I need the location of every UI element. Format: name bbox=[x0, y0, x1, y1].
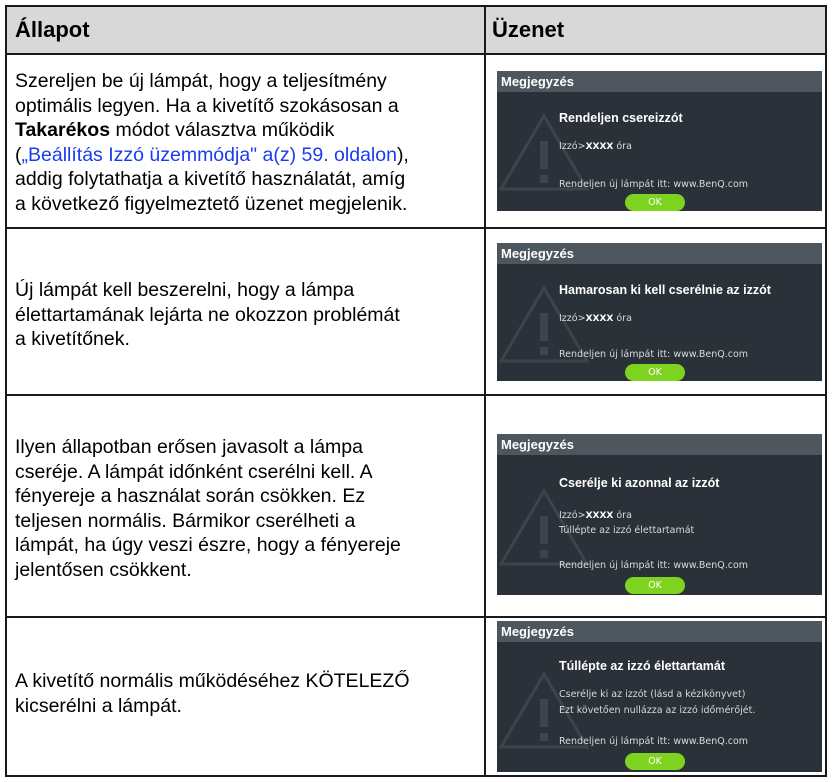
status-text: Szereljen be új lámpát, hogy a teljesítm… bbox=[15, 69, 475, 216]
dialog-contact: Rendeljen új lámpát itt: www.BenQ.com bbox=[559, 179, 749, 190]
lamp-hours: Izzó>XXXX óra bbox=[559, 313, 632, 324]
warning-dialog: Megjegyzés Rendeljen csereizzót Izzó>XXX… bbox=[497, 71, 822, 211]
dialog-contact: Rendeljen új lámpát itt: www.BenQ.com bbox=[559, 560, 749, 571]
dialog-title: Megjegyzés bbox=[497, 621, 822, 642]
table-row: Ilyen állapotban erősen javasolt a lámpa… bbox=[7, 396, 825, 618]
text-line: Takarékos módot választva működik bbox=[15, 118, 475, 143]
lamp-hours: Izzó>XXXX óra bbox=[559, 510, 632, 521]
text-fragment: ), bbox=[396, 143, 409, 166]
text-line: cseréje. A lámpát időnként cserélni kell… bbox=[15, 460, 373, 483]
lamp-hours: Izzó>XXXX óra bbox=[559, 141, 632, 152]
text-line: a következő figyelmeztető üzenet megjele… bbox=[15, 192, 408, 215]
text-line: kicserélni a lámpát. bbox=[15, 694, 182, 717]
status-text: Új lámpát kell beszerelni, hogy a lámpa … bbox=[15, 278, 475, 352]
text-line: élettartamának lejárta ne okozzon problé… bbox=[15, 303, 400, 326]
text-line: teljesen normális. Bármikor cserélheti a bbox=[15, 509, 356, 532]
dialog-heading: Hamarosan ki kell cserélnie az izzót bbox=[559, 283, 771, 297]
text-line: optimális legyen. Ha a kivetítő szokásos… bbox=[15, 94, 399, 117]
text-line: jelentősen csökkent. bbox=[15, 558, 192, 581]
dialog-title: Megjegyzés bbox=[497, 243, 822, 264]
table-row: Szereljen be új lámpát, hogy a teljesítm… bbox=[7, 55, 825, 229]
warning-dialog: Megjegyzés Cserélje ki azonnal az izzót … bbox=[497, 434, 822, 595]
dialog-message-line: Túllépte az izzó élettartamát bbox=[559, 525, 695, 536]
table-row: Új lámpát kell beszerelni, hogy a lámpa … bbox=[7, 229, 825, 396]
table-header: Állapot Üzenet bbox=[7, 7, 825, 55]
dialog-heading: Túllépte az izzó élettartamát bbox=[559, 659, 726, 673]
text-line: Szereljen be új lámpát, hogy a teljesítm… bbox=[15, 70, 387, 92]
warning-dialog: Megjegyzés Hamarosan ki kell cserélnie a… bbox=[497, 243, 822, 381]
ok-button[interactable]: OK bbox=[625, 753, 685, 770]
dialog-title: Megjegyzés bbox=[497, 71, 822, 92]
bold-mode-name: Takarékos bbox=[15, 119, 111, 141]
dialog-contact: Rendeljen új lámpát itt: www.BenQ.com bbox=[559, 349, 749, 360]
header-message: Üzenet bbox=[492, 17, 565, 42]
table-row: A kivetítő normális működéséhez KÖTELEZŐ… bbox=[7, 618, 825, 775]
lamp-status-table: Állapot Üzenet Szereljen be új lámpát, h… bbox=[5, 5, 827, 777]
ok-button[interactable]: OK bbox=[625, 194, 685, 211]
header-status: Állapot bbox=[15, 17, 90, 42]
text-line: Új lámpát kell beszerelni, hogy a lámpa bbox=[15, 279, 355, 301]
text-fragment: módot választva működik bbox=[110, 119, 335, 141]
dialog-message-line: Ezt követően nullázza az izzó időmérőjét… bbox=[559, 705, 756, 716]
status-text: A kivetítő normális működéséhez KÖTELEZŐ… bbox=[15, 669, 475, 718]
dialog-contact: Rendeljen új lámpát itt: www.BenQ.com bbox=[559, 736, 749, 747]
dialog-heading: Rendeljen csereizzót bbox=[559, 111, 683, 125]
text-line: fényereje a használat során csökken. Ez bbox=[15, 485, 366, 507]
column-divider bbox=[484, 7, 486, 775]
text-line: Ilyen állapotban erősen javasolt a lámpa bbox=[15, 436, 363, 458]
page-reference-link[interactable]: „Beállítás Izzó üzemmódja" a(z) 59. olda… bbox=[22, 144, 397, 166]
dialog-title: Megjegyzés bbox=[497, 434, 822, 455]
text-line: A kivetítő normális működéséhez KÖTELEZŐ bbox=[15, 670, 410, 692]
text-line: a kivetítőnek. bbox=[15, 328, 130, 350]
ok-button[interactable]: OK bbox=[625, 364, 685, 381]
dialog-heading: Cserélje ki azonnal az izzót bbox=[559, 476, 720, 490]
text-line: addig folytathatja a kivetítő használatá… bbox=[15, 168, 406, 190]
dialog-message-line: Cserélje ki az izzót (lásd a kézikönyvet… bbox=[559, 689, 746, 700]
warning-dialog: Megjegyzés Túllépte az izzó élettartamát… bbox=[497, 621, 822, 772]
text-line: lámpát, ha úgy veszi észre, hogy a fénye… bbox=[15, 534, 401, 556]
status-text: Ilyen állapotban erősen javasolt a lámpa… bbox=[15, 435, 475, 582]
text-line: („Beállítás Izzó üzemmódja" a(z) 59. old… bbox=[15, 143, 475, 168]
ok-button[interactable]: OK bbox=[625, 577, 685, 594]
